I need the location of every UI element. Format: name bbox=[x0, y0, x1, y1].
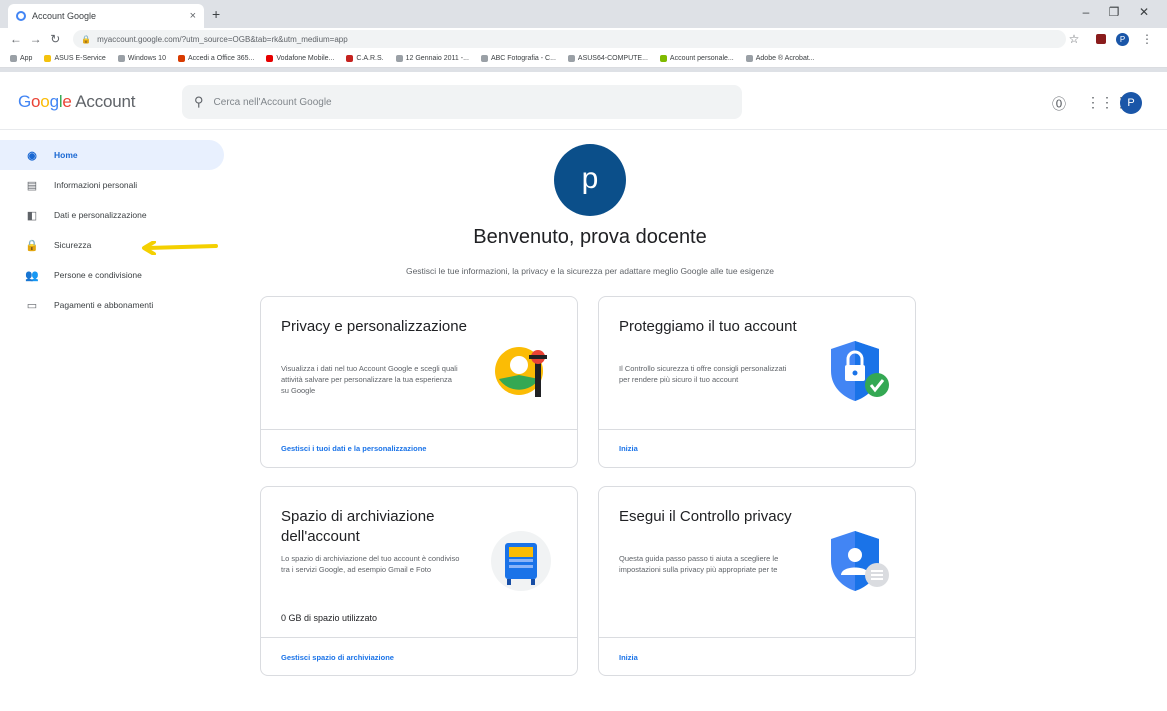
card-title: Proteggiamo il tuo account bbox=[619, 318, 797, 335]
back-icon[interactable]: ← bbox=[8, 32, 24, 46]
restore-button[interactable]: ❐ bbox=[1104, 5, 1124, 19]
tab-strip: Account Google × + – ❐ ✕ bbox=[0, 0, 1167, 28]
cars-icon bbox=[346, 55, 354, 62]
bookmark-item[interactable]: 12 Gennaio 2011 -... bbox=[395, 55, 469, 62]
sidebar-item-label: Home bbox=[54, 150, 78, 160]
sidebar-item-personal-info[interactable]: ▤ Informazioni personali bbox=[0, 170, 224, 200]
card-divider bbox=[599, 637, 915, 638]
card-description: Questa guida passo passo ti aiuta a sceg… bbox=[619, 554, 779, 574]
search-icon: ⚲ bbox=[194, 94, 204, 109]
bookmarks-bar: App ASUS E-Service Windows 10 Accedi a O… bbox=[0, 50, 1167, 68]
privacy-checkup-shield-icon bbox=[831, 531, 889, 591]
sidebar-item-label: Dati e personalizzazione bbox=[54, 210, 147, 220]
search-placeholder: Cerca nell'Account Google bbox=[213, 96, 332, 108]
lock-icon: 🔒 bbox=[81, 34, 92, 44]
bookmark-item[interactable]: Accedi a Office 365... bbox=[177, 55, 254, 62]
bookmark-item[interactable]: ABC Fotografia - C... bbox=[480, 55, 556, 62]
card-link[interactable]: Gestisci spazio di archiviazione bbox=[281, 653, 394, 662]
sidebar-item-data-personalization[interactable]: ◧ Dati e personalizzazione bbox=[0, 200, 224, 230]
bookmark-item[interactable]: Vodafone Mobile... bbox=[266, 55, 334, 62]
profile-avatar[interactable]: p bbox=[554, 144, 626, 216]
globe-icon bbox=[395, 55, 403, 62]
toggle-icon: ◧ bbox=[26, 209, 38, 222]
account-circle-icon: ◉ bbox=[27, 149, 37, 162]
card-description: Lo spazio di archiviazione del tuo accou… bbox=[281, 554, 460, 574]
yellow-arrow-annotation bbox=[142, 241, 218, 255]
minimize-button[interactable]: – bbox=[1076, 5, 1096, 19]
start-privacy-checkup-link[interactable]: Inizia bbox=[619, 653, 638, 662]
lock-icon: 🔒 bbox=[25, 239, 39, 252]
window-close-button[interactable]: ✕ bbox=[1134, 5, 1154, 19]
sidebar-item-people-sharing[interactable]: 👥 Persone e condivisione bbox=[0, 260, 224, 290]
browser-chrome: Account Google × + – ❐ ✕ ← → ↻ 🔒 myaccou… bbox=[0, 0, 1167, 72]
folder-icon bbox=[44, 55, 52, 62]
welcome-subtitle: Gestisci le tue informazioni, la privacy… bbox=[405, 266, 775, 276]
people-icon: 👥 bbox=[25, 269, 39, 282]
security-shield-icon bbox=[831, 341, 889, 401]
star-icon[interactable]: ☆ bbox=[1066, 32, 1082, 46]
browser-toolbar: ← → ↻ 🔒 myaccount.google.com/?utm_source… bbox=[0, 28, 1167, 50]
sidebar-item-payments[interactable]: ▭ Pagamenti e abbonamenti bbox=[0, 290, 224, 320]
bookmark-item[interactable]: Adobe ® Acrobat... bbox=[745, 55, 815, 62]
address-bar[interactable]: 🔒 myaccount.google.com/?utm_source=OGB&t… bbox=[73, 30, 1066, 48]
account-avatar[interactable]: P bbox=[1120, 92, 1142, 114]
bookmark-item[interactable]: Account personale... bbox=[659, 55, 734, 62]
sidebar-item-home[interactable]: ◉ Home bbox=[0, 140, 224, 170]
start-security-checkup-link[interactable]: Inizia bbox=[619, 444, 638, 453]
menu-dots-icon[interactable]: ⋮ bbox=[1139, 32, 1155, 46]
new-tab-button[interactable]: + bbox=[212, 6, 220, 22]
storage-usage: 0 GB di spazio utilizzato bbox=[281, 613, 378, 623]
browser-tab[interactable]: Account Google × bbox=[8, 4, 204, 28]
tab-close-icon[interactable]: × bbox=[190, 10, 196, 22]
privacy-illustration-icon bbox=[495, 347, 547, 397]
sidebar-item-label: Sicurezza bbox=[54, 240, 92, 250]
card-divider bbox=[599, 429, 915, 430]
card-link[interactable]: Gestisci i tuoi dati e la personalizzazi… bbox=[281, 444, 426, 453]
card-title: Esegui il Controllo privacy bbox=[619, 508, 792, 525]
url-text: myaccount.google.com/?utm_source=OGB&tab… bbox=[97, 34, 348, 44]
card-divider bbox=[261, 429, 577, 430]
office-icon bbox=[177, 55, 185, 62]
bookmark-item[interactable]: ASUS E-Service bbox=[44, 55, 106, 62]
help-icon[interactable]: ⓪ bbox=[1052, 94, 1066, 114]
privacy-checkup-card[interactable]: Esegui il Controllo privacy Questa guida… bbox=[598, 486, 916, 676]
welcome-heading: Benvenuto, prova docente bbox=[473, 226, 707, 248]
globe-icon bbox=[567, 55, 575, 62]
bookmark-item[interactable]: ASUS64-COMPUTE... bbox=[567, 55, 648, 62]
extension-icon[interactable] bbox=[1096, 34, 1106, 44]
card-divider bbox=[261, 637, 577, 638]
google-account-logo[interactable]: Google Account bbox=[18, 92, 135, 112]
sidebar-nav: ◉ Home ▤ Informazioni personali ◧ Dati e… bbox=[0, 140, 230, 320]
bookmark-item[interactable]: C.A.R.S. bbox=[346, 55, 384, 62]
card-title: Spazio di archiviazione dell'account bbox=[281, 508, 435, 545]
apps-icon bbox=[10, 55, 17, 62]
sidebar-item-label: Pagamenti e abbonamenti bbox=[54, 300, 154, 310]
credit-card-icon: ▭ bbox=[26, 299, 38, 312]
globe-icon bbox=[480, 55, 488, 62]
card-description: Il Controllo sicurezza ti offre consigli… bbox=[619, 364, 787, 384]
bookmark-item[interactable]: Windows 10 bbox=[117, 55, 166, 62]
microsoft-icon bbox=[659, 55, 667, 62]
id-card-icon: ▤ bbox=[26, 179, 38, 192]
vodafone-icon bbox=[266, 55, 274, 62]
reload-icon[interactable]: ↻ bbox=[47, 32, 63, 46]
bookmark-item[interactable]: App bbox=[10, 55, 32, 62]
forward-icon[interactable]: → bbox=[28, 32, 44, 46]
storage-card[interactable]: Spazio di archiviazione dell'account Lo … bbox=[260, 486, 578, 676]
search-input[interactable]: ⚲ Cerca nell'Account Google bbox=[182, 85, 742, 119]
browser-profile-avatar[interactable]: P bbox=[1116, 32, 1129, 46]
globe-icon bbox=[745, 55, 753, 62]
privacy-personalization-card[interactable]: Privacy e personalizzazione Visualizza i… bbox=[260, 296, 578, 468]
tab-title: Account Google bbox=[32, 11, 97, 21]
sidebar-item-label: Persone e condivisione bbox=[54, 270, 142, 280]
storage-illustration-icon bbox=[491, 531, 551, 591]
security-card[interactable]: Proteggiamo il tuo account Il Controllo … bbox=[598, 296, 916, 468]
google-favicon-icon bbox=[16, 11, 26, 21]
globe-icon bbox=[117, 55, 125, 62]
sidebar-item-label: Informazioni personali bbox=[54, 180, 138, 190]
card-description: Visualizza i dati nel tuo Account Google… bbox=[281, 364, 458, 395]
card-title: Privacy e personalizzazione bbox=[281, 318, 467, 335]
app-header: Google Account ⚲ Cerca nell'Account Goog… bbox=[0, 72, 1167, 130]
